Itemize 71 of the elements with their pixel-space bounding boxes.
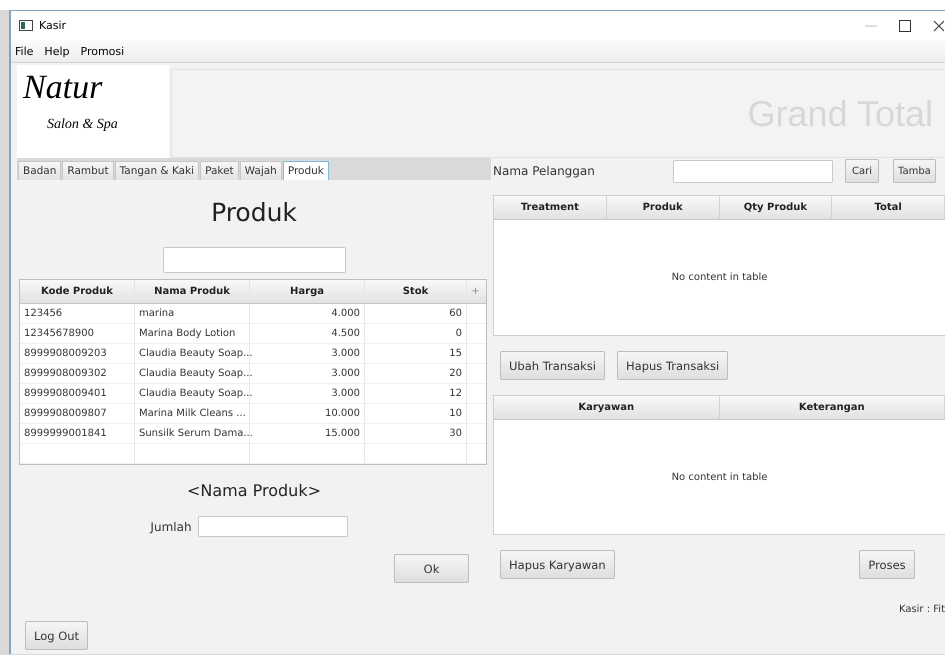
- table-cell: 20: [365, 364, 467, 383]
- table-cell: 3.000: [250, 384, 365, 403]
- table-cell: Marina Body Lotion: [135, 324, 250, 343]
- transaction-button[interactable]: Hapus Transaksi: [617, 351, 728, 380]
- delete-employee-button[interactable]: Hapus Karyawan: [500, 550, 615, 579]
- table-cell: 10: [365, 404, 467, 423]
- tab[interactable]: Produk: [282, 161, 329, 180]
- product-name-label: <Nama Produk>: [186, 481, 321, 500]
- menu-item[interactable]: File: [15, 44, 34, 58]
- column-header[interactable]: Keterangan: [720, 396, 945, 419]
- column-header[interactable]: Stok: [365, 280, 467, 303]
- column-header[interactable]: Kode Produk: [20, 280, 135, 303]
- table-cell: 3.000: [250, 344, 365, 363]
- maximize-icon[interactable]: [899, 20, 911, 32]
- quantity-field[interactable]: [198, 516, 348, 537]
- tab[interactable]: Badan: [18, 161, 62, 180]
- column-header[interactable]: Nama Produk: [135, 280, 250, 303]
- table-cell: 30: [365, 424, 467, 443]
- column-header[interactable]: Harga: [250, 280, 365, 303]
- add-button[interactable]: Tamba: [893, 159, 936, 183]
- table-cell: 0: [365, 324, 467, 343]
- window-icon: [19, 20, 33, 31]
- logout-button[interactable]: Log Out: [25, 621, 88, 650]
- table-cell: 8999999001841: [20, 424, 135, 443]
- table-cell: Claudia Beauty Soap...: [135, 364, 250, 383]
- column-header[interactable]: Produk: [606, 196, 720, 219]
- process-button[interactable]: Proses: [859, 550, 915, 579]
- logo-subtitle: Salon & Spa: [47, 117, 119, 133]
- tab[interactable]: Wajah: [240, 161, 282, 180]
- table-cell: marina: [135, 304, 250, 323]
- search-field[interactable]: [162, 247, 346, 273]
- table-cell: 4.000: [250, 304, 365, 323]
- table-cell: Claudia Beauty Soap...: [135, 384, 250, 403]
- quantity-label: Jumlah: [150, 520, 192, 534]
- table-cell: 3.000: [250, 364, 365, 383]
- table-cell: 15.000: [250, 424, 365, 443]
- table-cell: 8999908009203: [20, 344, 135, 363]
- table-cell: 4.500: [250, 324, 365, 343]
- panel-heading: Produk: [211, 198, 297, 227]
- menu-item[interactable]: Promosi: [80, 44, 124, 58]
- table-cell: 8999908009302: [20, 364, 135, 383]
- search-button[interactable]: Cari: [845, 159, 879, 183]
- table-cell: 8999908009807: [20, 404, 135, 423]
- transaction-button[interactable]: Ubah Transaksi: [500, 351, 605, 380]
- table-cell: 123456: [20, 304, 135, 323]
- table-cell: Marina Milk Cleans ...: [135, 404, 250, 423]
- table-cell: 12: [365, 384, 467, 403]
- column-header[interactable]: Qty Produk: [720, 196, 832, 219]
- table-cell: 10.000: [250, 404, 365, 423]
- tab[interactable]: Tangan & Kaki: [114, 161, 200, 180]
- menu-item[interactable]: Help: [44, 44, 70, 58]
- column-header[interactable]: Total: [832, 196, 945, 219]
- empty-table-message: No content in table: [672, 272, 768, 283]
- tab[interactable]: Rambut: [62, 161, 114, 180]
- logo-title: Natur: [23, 69, 104, 107]
- column-header[interactable]: Treatment: [494, 196, 607, 219]
- window-title: Kasir: [39, 19, 66, 32]
- table-cell: 12345678900: [20, 324, 135, 343]
- table-cell: 15: [365, 344, 467, 363]
- empty-table-message: No content in table: [672, 472, 768, 482]
- ok-button[interactable]: Ok: [394, 554, 469, 583]
- tab[interactable]: Paket: [200, 161, 239, 180]
- column-header[interactable]: Karyawan: [494, 396, 720, 419]
- customer-name-label: Nama Pelanggan: [493, 164, 596, 178]
- table-cell: Sunsilk Serum Dama...: [135, 424, 250, 443]
- close-icon[interactable]: [933, 20, 945, 32]
- table-cell: 60: [365, 304, 467, 323]
- table-cell: 8999908009401: [20, 384, 135, 403]
- cashier-status: Kasir : Fit: [898, 604, 945, 615]
- customer-name-field[interactable]: [673, 160, 833, 182]
- table-cell: Claudia Beauty Soap...: [135, 344, 250, 363]
